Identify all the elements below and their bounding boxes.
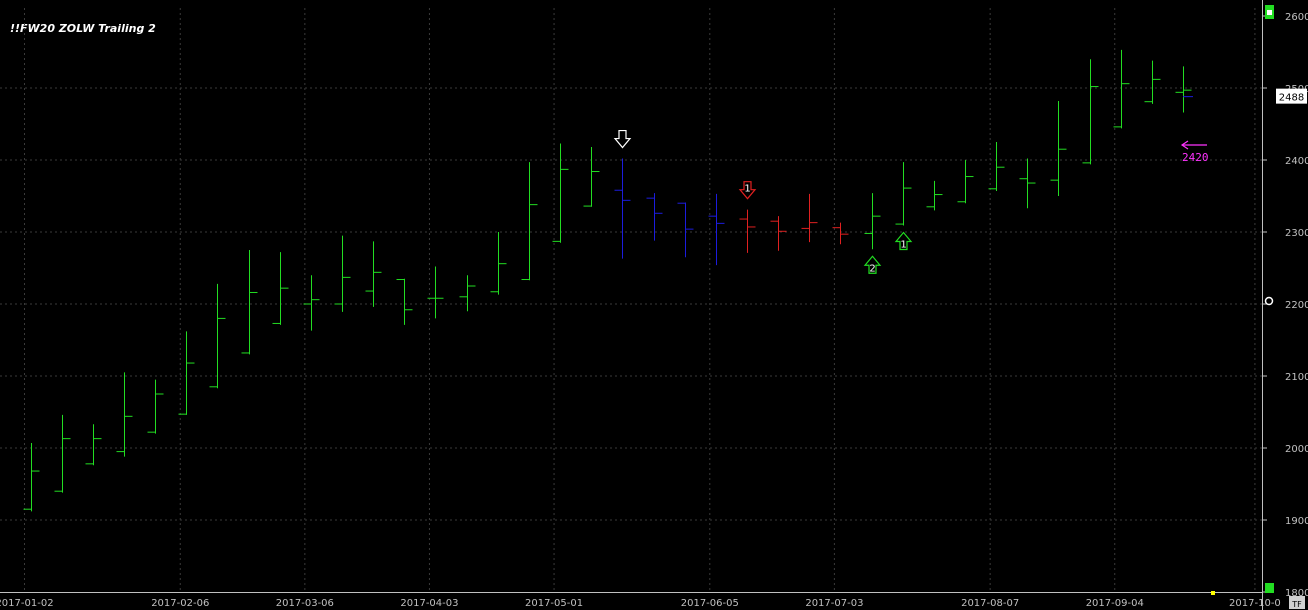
- y-tick-label: 1900: [1285, 516, 1308, 527]
- y-tick-label: 2400: [1285, 156, 1308, 167]
- signal-label: 2: [869, 263, 875, 274]
- x-tick-label: 2017-08-07: [961, 598, 1019, 609]
- x-tick-label: 2017-02-06: [151, 598, 209, 609]
- y-tick-label: 2600: [1285, 12, 1308, 23]
- x-tick-label: 2017-10-0: [1229, 598, 1281, 609]
- y-tick-label: 2200: [1285, 300, 1308, 311]
- x-tick-label: 2017-01-02: [0, 598, 54, 609]
- zoom-center-icon: [1264, 296, 1274, 306]
- signal-label: 1: [900, 240, 906, 251]
- last-price-label: 2488: [1279, 93, 1304, 104]
- ohlc-chart[interactable]: 1800190020002100220023002400250026002017…: [0, 0, 1308, 610]
- y-tick-label: 2100: [1285, 372, 1308, 383]
- signal-label: 1: [744, 184, 750, 195]
- x-tick-label: 2017-09-04: [1086, 598, 1144, 609]
- y-scroll-bottom-handle: [1265, 583, 1274, 593]
- x-tick-label: 2017-04-03: [400, 598, 458, 609]
- timeframe-button-label: TF: [1291, 600, 1302, 609]
- target-label: 2420: [1182, 151, 1209, 164]
- x-tick-label: 2017-05-01: [525, 598, 583, 609]
- y-tick-label: 2300: [1285, 228, 1308, 239]
- y-scroll-top-icon: [1267, 10, 1272, 15]
- signal-arrow-icon: [613, 129, 632, 149]
- x-tick-label: 2017-07-03: [805, 598, 863, 609]
- y-tick-label: 2000: [1285, 444, 1308, 455]
- x-tick-label: 2017-03-06: [276, 598, 334, 609]
- x-scroll-marker: [1211, 591, 1215, 595]
- x-tick-label: 2017-06-05: [681, 598, 739, 609]
